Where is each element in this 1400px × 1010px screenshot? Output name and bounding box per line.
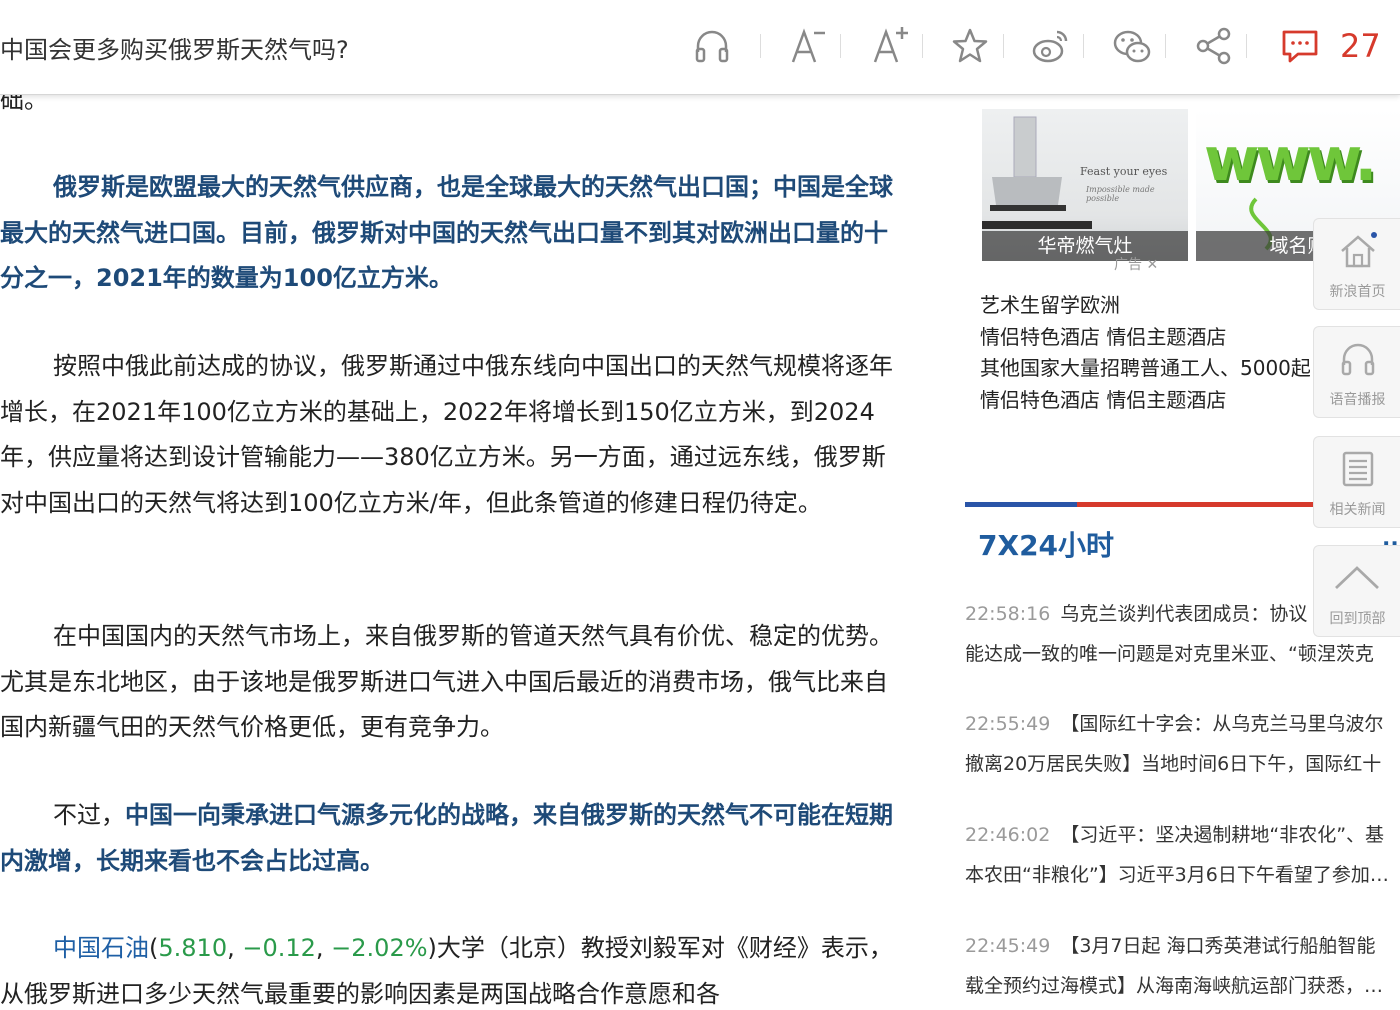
paren-close: ) [427, 934, 437, 962]
voice-broadcast-button[interactable]: 语音播报 [1313, 326, 1400, 418]
comma-2: , [315, 934, 332, 962]
comment-count[interactable]: 27 [1340, 27, 1381, 65]
list-icon [1342, 451, 1374, 487]
font-decrease-icon[interactable] [786, 24, 830, 68]
news-time: 22:58:16 [965, 603, 1051, 625]
sina-home-button[interactable]: 新浪首页 [1313, 218, 1400, 310]
news-headline: 【习近平：坚决遏制耕地“非农化”、基 [1060, 824, 1385, 846]
news-summary: 撤离20万居民失败】当地时间6日下午，国际红十 [965, 753, 1382, 775]
headphones-icon[interactable] [690, 24, 734, 68]
ad-script-slogan: Impossible made possible [1086, 185, 1155, 203]
toolbar-divider [840, 34, 841, 58]
article-paragraph-2: 按照中俄此前达成的协议，俄罗斯通过中俄东线向中国出口的天然气规模将逐年增长，在2… [0, 352, 893, 517]
news-item[interactable]: 22:55:49 【国际红十字会：从乌克兰马里乌波尔 撤离20万居民失败】当地时间… [965, 704, 1400, 784]
article-body: 础。 俄罗斯是欧盟最大的天然气供应商，也是全球最大的天然气出口国；中国是全球最大… [0, 0, 905, 1010]
article-paragraph-1: 俄罗斯是欧盟最大的天然气供应商，也是全球最大的天然气出口国；中国是全球最大的天然… [0, 173, 893, 292]
toolbar-divider [1003, 34, 1004, 58]
chevron-up-icon [1335, 566, 1379, 590]
float-button-label: 相关新闻 [1329, 502, 1386, 518]
section-divider-blue [965, 502, 1077, 507]
news-summary: 本农田“非粮化”】习近平3月6日下午看望了参加… [965, 864, 1389, 886]
comment-icon[interactable] [1278, 24, 1322, 68]
toolbar-divider [1083, 34, 1084, 58]
ad-label: 广告 ✕ [1114, 254, 1158, 274]
paren-open: ( [149, 934, 159, 962]
ad-link[interactable]: 情侣特色酒店 情侣主题酒店 [980, 322, 1310, 354]
star-icon[interactable] [948, 24, 992, 68]
home-icon [1341, 232, 1377, 268]
news-time: 22:46:02 [965, 824, 1051, 846]
article-title: 中国会更多购买俄罗斯天然气吗? [0, 36, 349, 64]
toolbar-divider [1246, 34, 1247, 58]
toolbar-divider [1165, 34, 1166, 58]
stock-change-percent: −2.02% [331, 934, 428, 962]
paragraph-lead: 不过， [53, 801, 125, 829]
related-news-button[interactable]: 相关新闻 [1313, 436, 1400, 528]
news-summary: 载全预约过海模式】从海南海峡航运部门获悉，… [965, 975, 1384, 997]
ad-link[interactable]: 艺术生留学欧洲 [980, 290, 1310, 322]
toolbar-divider [922, 34, 923, 58]
news-headline: 【3月7日起 海口秀英港试行船舶智能 [1060, 935, 1376, 957]
ad-text-links: 艺术生留学欧洲 情侣特色酒店 情侣主题酒店 其他国家大量招聘普通工人、5000起… [980, 290, 1310, 416]
ad-link[interactable]: 情侣特色酒店 情侣主题酒店 [980, 385, 1310, 417]
share-icon[interactable] [1192, 24, 1236, 68]
comma-1: , [227, 934, 243, 962]
news-item[interactable]: 22:46:02 【习近平：坚决遏制耕地“非农化”、基 本农田“非粮化”】习近平3… [965, 815, 1400, 895]
news-summary: 能达成一致的唯一问题是对克里米亚、“顿涅茨克 [965, 643, 1374, 665]
ad-stove-image[interactable]: Feast your eyes Impossible made possible… [982, 109, 1188, 261]
toolbar-divider [760, 34, 761, 58]
article-paragraph-5: 中国石油(5.810, −0.12, −2.02%)大学（北京）教授刘毅军对《财… [0, 926, 900, 1010]
article-paragraph-3: 在中国国内的天然气市场上，来自俄罗斯的管道天然气具有价优、稳定的优势。尤其是东北… [0, 622, 893, 741]
section-title: 7X24小时 [978, 529, 1115, 562]
ad-label-text: 广告 [1114, 257, 1142, 273]
news-time: 22:45:49 [965, 935, 1051, 957]
stock-price: 5.810 [158, 934, 228, 962]
wechat-icon[interactable] [1110, 24, 1154, 68]
article-paragraph-4: 不过，中国一向秉承进口气源多元化的战略，来自俄罗斯的天然气不可能在短期内激增，长… [0, 793, 900, 884]
news-headline: 【国际红十字会：从乌克兰马里乌波尔 [1060, 713, 1384, 735]
font-increase-icon[interactable] [868, 24, 912, 68]
weibo-icon[interactable] [1029, 24, 1073, 68]
float-button-label: 新浪首页 [1329, 284, 1386, 300]
paragraph-emphasis: 中国一向秉承进口气源多元化的战略，来自俄罗斯的天然气不可能在短期内激增，长期来看… [0, 801, 893, 875]
news-item[interactable]: 22:45:49 【3月7日起 海口秀英港试行船舶智能 载全预约过海模式】从海南海… [965, 926, 1400, 1006]
news-headline: 乌克兰谈判代表团成员：协议 [1060, 603, 1308, 625]
float-button-label: 回到顶部 [1329, 611, 1386, 627]
ad-link[interactable]: 其他国家大量招聘普通工人、5000起 [980, 353, 1310, 385]
stock-link[interactable]: 中国石油 [53, 934, 149, 962]
back-to-top-button[interactable]: 回到顶部 [1313, 545, 1400, 637]
article-toolbar: 中国会更多购买俄罗斯天然气吗? 27 [0, 0, 1400, 95]
ad-slogan: Feast your eyes [1080, 165, 1168, 178]
close-icon[interactable]: ✕ [1146, 257, 1158, 273]
news-time: 22:55:49 [965, 713, 1051, 735]
float-button-label: 语音播报 [1329, 392, 1386, 408]
headphones-icon [1341, 343, 1375, 376]
stock-change: −0.12 [242, 934, 316, 962]
